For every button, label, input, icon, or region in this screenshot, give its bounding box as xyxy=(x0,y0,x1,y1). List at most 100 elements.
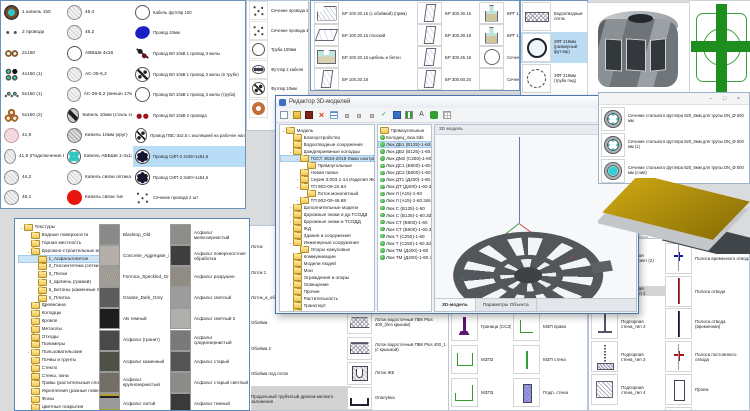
palette-row[interactable]: МЗП3 xyxy=(451,376,511,409)
palette-row[interactable]: Подп. стена xyxy=(513,376,587,409)
list-item[interactable]: Люк ДБ2 (В125)-1-60.3ds xyxy=(378,148,431,155)
tree-item[interactable]: › Освещение xyxy=(280,281,374,288)
palette-row[interactable]: Полоса постоянного отвода xyxy=(665,340,750,373)
texture-row[interactable]: Асфальт старый xyxy=(170,351,249,372)
tree-item[interactable]: Опоры кожуховые xyxy=(280,246,374,253)
tree-item[interactable]: › Дополнительные модели xyxy=(280,204,374,211)
toolbar-button[interactable] xyxy=(304,110,314,120)
texture-row[interactable]: Concrete_Aggregate_Smoke xyxy=(99,245,169,266)
toolbar-button[interactable] xyxy=(367,110,377,120)
palette-row[interactable] xyxy=(665,406,750,411)
tree-item[interactable]: Прямоугольные xyxy=(280,162,374,169)
texture-row[interactable]: Асфальт светлый xyxy=(170,287,249,308)
list-item[interactable]: Люк Т (С250)-1-60.3ds xyxy=(378,240,431,247)
texture-swatch[interactable] xyxy=(99,287,120,308)
tree-item[interactable]: › Пользовательские xyxy=(18,349,100,357)
palette-row[interactable]: Полоса отвода (временная) xyxy=(665,308,750,341)
tree-item[interactable]: Полимеры xyxy=(18,341,100,349)
texture-swatch[interactable] xyxy=(99,372,120,393)
palette-row[interactable]: Водоотводный лоток xyxy=(521,1,587,32)
tree-item[interactable]: › ТП 902-09-46.88 xyxy=(280,197,374,204)
tree-item[interactable]: Растительность xyxy=(280,295,374,302)
texture-row[interactable]: Асфальт среднезернистый xyxy=(170,329,249,350)
palette-row[interactable]: Подпорная стена_тип 3 xyxy=(591,340,665,373)
toolbar-button[interactable] xyxy=(429,110,439,120)
tree-item[interactable]: 1_Асфальтобетон xyxy=(18,255,100,263)
palette-row[interactable]: 45,1 xyxy=(2,187,64,208)
tree-item[interactable]: ⌄ Дорожно-строительные материалы xyxy=(18,247,100,255)
tree-item[interactable]: 3_Пески xyxy=(18,271,100,279)
list-item[interactable]: Люк ДТ1 (Д400)-1-60.3ds xyxy=(378,176,431,183)
palette-row[interactable]: Подпорная стена_тип 4 xyxy=(591,373,665,406)
texture-row[interactable]: Асфальт каменный xyxy=(99,351,169,372)
texture-swatch[interactable] xyxy=(170,330,191,351)
texture-swatch[interactable] xyxy=(99,393,120,411)
palette-row[interactable]: Лоток водосточный ПВК Plus 400_1 (с крыш… xyxy=(347,335,449,360)
tree-item[interactable]: Цветные покрытия xyxy=(18,403,100,411)
texture-swatch[interactable] xyxy=(99,245,120,266)
tree-item[interactable]: Транспорт xyxy=(280,302,374,309)
palette-row[interactable]: 41,9 (Подключение ШОхВ) xyxy=(2,146,64,167)
palette-row[interactable]: Обойма 2 xyxy=(251,336,351,361)
palette-row[interactable]: Сечение (2) xyxy=(479,68,519,90)
palette-row[interactable]: БРТ 100.30.8 (р) xyxy=(479,24,519,46)
palette-row[interactable]: Провод ВЛ 10кВ 1 провод 3 жилы (в трубе) xyxy=(133,64,246,85)
texture-swatch[interactable] xyxy=(170,393,191,411)
toolbar-button[interactable] xyxy=(354,110,364,120)
list-item[interactable]: Люк ТМ (Д400)-1-60.3ds xyxy=(378,254,431,261)
palette-row[interactable]: Проем xyxy=(665,373,750,406)
palette-row[interactable]: АВБШв 4х16 xyxy=(65,43,132,64)
palette-row[interactable]: Лоток ЖБ xyxy=(347,361,449,386)
palette-row[interactable]: Обойма под лоток xyxy=(251,361,351,386)
palette-row[interactable]: Кабель 10мм (круг) xyxy=(65,126,132,147)
palette-row[interactable]: БР 300.60.20 xyxy=(417,68,477,90)
palette-row[interactable]: Провод ВЛ 10кВ 1 провод 3 жилы (труба) xyxy=(133,84,246,105)
tree-item[interactable]: Почвы и грунты xyxy=(18,357,100,365)
tree-item[interactable]: ⌄ Модель xyxy=(280,127,374,134)
list-item[interactable]: Люк ДС2 (В600)-1-60.3ds xyxy=(378,169,431,176)
tree-item[interactable]: Древесина xyxy=(18,302,100,310)
palette-row[interactable]: БР 100.30.15 (с обоймой) (прям) xyxy=(314,2,414,24)
tree-item[interactable]: 4_Щебень (гравий) xyxy=(18,279,100,287)
tree-item[interactable]: Новая папка xyxy=(280,169,374,176)
texture-row[interactable]: Асфальт крупнозернистый xyxy=(99,372,169,393)
texture-swatch[interactable] xyxy=(170,224,191,245)
palette-row[interactable]: Провод 10мм xyxy=(133,23,246,44)
palette-row[interactable]: МЗП2 xyxy=(451,343,511,376)
palette-row[interactable]: Опалубка xyxy=(347,386,449,411)
palette-row[interactable]: Кабель связи оптика xyxy=(65,167,132,188)
list-item[interactable]: Люк Т (С250)-1-60 xyxy=(378,233,431,240)
list-item[interactable]: Люк СТ (В600)-1-60.3ds xyxy=(378,226,431,233)
list-item[interactable]: Прямоугольные xyxy=(378,127,431,134)
toolbar-button[interactable] xyxy=(292,110,302,120)
toolbar-button[interactable] xyxy=(342,110,352,120)
tree-item[interactable]: Водные поверхности xyxy=(18,232,100,240)
window-titlebar[interactable]: Редактор 3D-моделей xyxy=(276,96,638,108)
texture-swatch[interactable] xyxy=(99,351,120,372)
tree-item[interactable]: Фундаменты xyxy=(280,309,374,312)
texture-swatch[interactable] xyxy=(99,330,120,351)
tree-item[interactable]: Травы (растительный слой, газон) xyxy=(18,380,100,388)
palette-row[interactable]: Сечение провода 2 шт xyxy=(133,187,246,208)
palette-row[interactable]: ЗФТ 219мм (размерный футляр) xyxy=(521,32,587,63)
tree-item[interactable]: 2_Геосинтетика (сетки, решетки) xyxy=(18,263,100,271)
list-item[interactable]: Колодец_люк.3ds xyxy=(378,134,431,141)
palette-row[interactable]: БР 100.30.15 щебень и бетон xyxy=(314,46,414,68)
palette-row[interactable]: Сечение стального футляра 820_6мм для тр… xyxy=(601,106,748,132)
texture-swatch[interactable] xyxy=(170,351,191,372)
palette-row[interactable]: 45,4 xyxy=(65,2,132,23)
palette-row[interactable]: Сечение стального футляра 820_6мм для тр… xyxy=(601,132,748,158)
toolbar-button[interactable] xyxy=(442,110,452,120)
palette-row[interactable]: Кабель связи тип xyxy=(65,187,132,208)
tree-item[interactable]: › Серия 3.003.1-14 Изделия Желе xyxy=(280,176,374,183)
palette-row[interactable]: АС-35-6,2 xyxy=(65,64,132,85)
tree-item[interactable]: Кровля xyxy=(18,318,100,326)
palette-row[interactable]: Граница (ССЗ) xyxy=(451,310,511,343)
toolbar-button[interactable] xyxy=(392,110,402,120)
viewport-tab[interactable]: 3D-модель xyxy=(435,299,476,311)
toolbar-button[interactable] xyxy=(279,110,289,120)
tree-item[interactable]: Прочие xyxy=(280,288,374,295)
texture-row[interactable]: АБ темный xyxy=(99,308,169,329)
list-item[interactable]: Люк ДБ1 (В125)-1-60.3ds xyxy=(378,141,431,148)
texture-row[interactable]: Асфальт темный xyxy=(170,393,249,411)
